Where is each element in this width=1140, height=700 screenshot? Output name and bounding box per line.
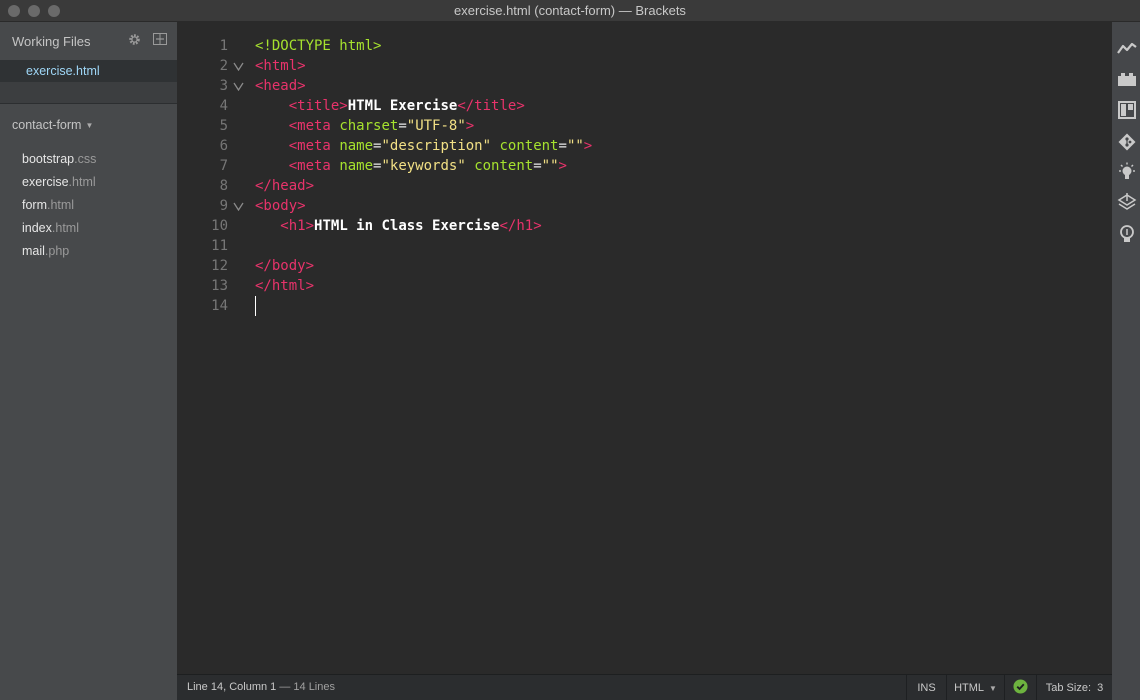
file-tree-item[interactable]: exercise.html [0,171,177,194]
code-text: <meta name="keywords" content=""> [288,158,567,174]
code-editor[interactable]: 1 <!DOCTYPE html> 2 <html> 3 <head> 4 <title>H… [177,22,1112,674]
code-text: <html> [255,58,306,74]
close-window-button[interactable] [8,5,20,17]
file-tree-item[interactable]: index.html [0,217,177,240]
code-text: <h1>HTML in Class Exercise</h1> [280,218,542,234]
code-text: <meta name="description" content=""> [288,138,593,154]
line-number: 10 [211,218,228,234]
minimize-window-button[interactable] [28,5,40,17]
code-line[interactable]: 7 <meta name="keywords" content=""> [177,156,1112,176]
code-text: <head> [255,78,306,94]
file-basename: form [22,198,47,212]
code-line[interactable]: 2 <html> [177,56,1112,76]
file-extension: .html [51,221,79,235]
line-number: 4 [219,98,228,114]
file-basename: bootstrap [22,152,75,166]
line-number: 5 [219,118,228,134]
line-number: 7 [219,158,228,174]
chevron-down-icon: ▼ [989,683,997,693]
file-extension: .html [68,175,96,189]
code-line[interactable]: 11 [177,236,1112,256]
line-number: 2 [219,58,228,74]
insert-mode-toggle[interactable]: INS [906,675,946,700]
text-cursor [255,296,256,316]
line-number: 9 [219,198,228,214]
layers-icon[interactable] [1117,193,1137,213]
line-number: 1 [219,38,228,54]
code-text: <body> [255,198,306,214]
hint-bulb-icon[interactable] [1117,224,1137,244]
code-line[interactable]: 6 <meta name="description" content=""> [177,136,1112,156]
working-file-item[interactable]: exercise.html [0,60,177,82]
file-extension: .php [44,244,70,258]
title-bar: exercise.html (contact-form) — Brackets [0,0,1140,22]
code-line[interactable]: 3 <head> [177,76,1112,96]
line-number: 6 [219,138,228,154]
tab-size-control[interactable]: Tab Size: 3 [1036,675,1112,700]
file-tree-item[interactable]: form.html [0,194,177,217]
working-files-label: Working Files [12,33,91,49]
fold-chevron-icon[interactable] [233,196,247,217]
file-tree-item[interactable]: mail.php [0,240,177,263]
code-line[interactable]: 9 <body> [177,196,1112,216]
code-line[interactable]: 10 <h1>HTML in Class Exercise</h1> [177,216,1112,236]
right-toolbar [1112,22,1140,700]
split-view-icon[interactable] [153,33,167,46]
tab-size-label: Tab Size: 3 [1045,682,1104,694]
code-line[interactable]: 14 [177,296,1112,316]
code-text: </html> [255,278,315,294]
code-text: </body> [255,258,315,274]
file-basename: index [22,221,52,235]
window-title: exercise.html (contact-form) — Brackets [454,3,686,18]
code-text: <meta charset="UTF-8"> [288,118,475,134]
working-files-list: exercise.html [0,60,177,104]
live-preview-icon[interactable] [1117,38,1137,58]
code-line[interactable]: 4 <title>HTML Exercise</title> [177,96,1112,116]
extension-manager-icon[interactable] [1117,69,1137,89]
language-label: HTML [954,682,985,694]
insert-mode-label: INS [917,682,936,694]
file-extension: .html [47,198,75,212]
line-number: 11 [211,238,228,254]
file-tree-item[interactable]: bootstrap.css [0,148,177,171]
window-controls [8,5,60,17]
check-circle-icon [1013,679,1028,697]
status-bar: Line 14, Column 1 — 14 Lines INS HTML ▼ … [177,674,1112,700]
line-number: 3 [219,78,228,94]
code-text: </head> [255,178,315,194]
file-basename: mail [22,244,45,258]
sidebar: Working Files exercise.html contact-form… [0,22,177,700]
git-icon[interactable] [1117,132,1137,152]
code-line[interactable]: 12 </body> [177,256,1112,276]
line-number: 14 [211,298,228,314]
working-files-header: Working Files [0,22,177,60]
layout-icon[interactable] [1117,100,1137,120]
code-line[interactable]: 8 </head> [177,176,1112,196]
code-text: <title>HTML Exercise</title> [288,98,525,114]
chevron-down-icon: ▼ [85,120,94,130]
line-number: 8 [219,178,228,194]
file-tree: bootstrap.css exercise.html form.html in… [0,145,177,263]
fold-chevron-icon[interactable] [233,76,247,97]
fold-chevron-icon[interactable] [233,56,247,77]
cursor-position[interactable]: Line 14, Column 1 — 14 Lines [187,681,335,693]
cursor-position-label: Line 14, Column 1 [187,681,277,693]
gear-icon[interactable] [128,33,141,46]
lint-status-button[interactable] [1004,675,1036,700]
lightbulb-icon[interactable] [1117,162,1137,182]
code-line[interactable]: 1 <!DOCTYPE html> [177,36,1112,56]
code-line[interactable]: 5 <meta charset="UTF-8"> [177,116,1112,136]
file-extension: .css [74,152,97,166]
language-select[interactable]: HTML ▼ [946,675,1004,700]
file-basename: exercise [22,175,69,189]
line-number: 12 [211,258,228,274]
zoom-window-button[interactable] [48,5,60,17]
project-dropdown[interactable]: contact-form ▼ [0,105,177,145]
line-count: — 14 Lines [279,681,335,693]
line-number: 13 [211,278,228,294]
project-name: contact-form [12,118,82,132]
code-line[interactable]: 13 </html> [177,276,1112,296]
code-text: <!DOCTYPE html> [255,38,382,54]
